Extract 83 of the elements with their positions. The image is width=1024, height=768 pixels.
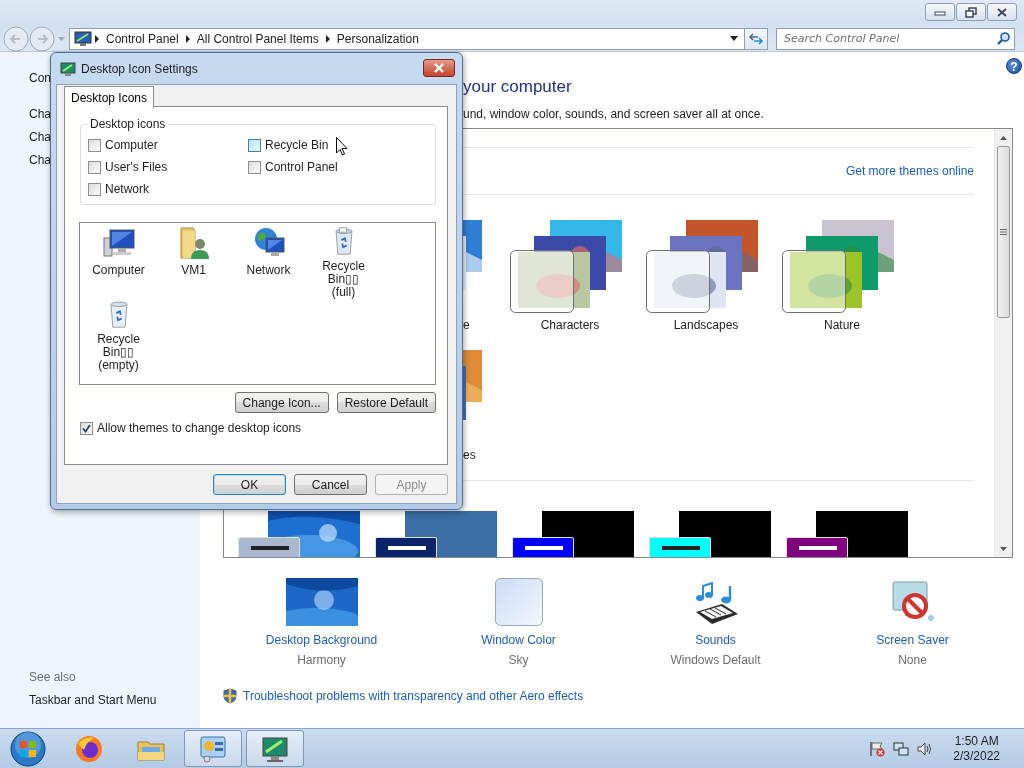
close-icon: [996, 6, 1008, 18]
speaker-icon[interactable]: [917, 740, 934, 757]
scroll-up-icon[interactable]: [1000, 135, 1007, 140]
restore-button[interactable]: [956, 3, 986, 21]
section-label: See also: [29, 669, 77, 685]
taskbar-button[interactable]: [246, 730, 304, 767]
setting-value: Harmony: [297, 652, 346, 668]
refresh-button[interactable]: [745, 27, 768, 50]
scroll-down-icon[interactable]: [1000, 546, 1007, 551]
page-heading: your computer: [463, 76, 573, 98]
search-icon[interactable]: [997, 32, 1010, 45]
clock-time[interactable]: 1:50 AM: [954, 733, 999, 749]
scrollbar[interactable]: [994, 129, 1012, 557]
button[interactable]: Change Icon...: [234, 392, 329, 413]
dropdown-caret-icon[interactable]: [730, 36, 738, 41]
button[interactable]: Cancel: [294, 474, 367, 495]
minimize-button[interactable]: [925, 3, 955, 21]
checkbox-label[interactable]: Network: [105, 182, 149, 196]
button[interactable]: OK: [213, 474, 286, 495]
theme-item[interactable]: Characters: [510, 216, 630, 333]
checkbox[interactable]: [248, 160, 261, 174]
breadcrumb[interactable]: All Control Panel Items: [192, 31, 323, 46]
checkbox[interactable]: [88, 138, 101, 152]
flag-icon[interactable]: [869, 740, 886, 757]
icon-item[interactable]: Recycle Bin▯▯ (full): [306, 226, 381, 299]
breadcrumb[interactable]: Control Panel: [102, 31, 183, 46]
sidebar-link[interactable]: Taskbar and Start Menu: [29, 692, 200, 708]
orb-icon: [9, 730, 46, 767]
setting-value: None: [898, 652, 927, 668]
close-button[interactable]: [987, 3, 1017, 21]
checkbox-label[interactable]: User's Files: [105, 160, 168, 174]
network-icon[interactable]: [893, 740, 910, 757]
computer-icon: [101, 226, 136, 260]
icon-item[interactable]: VM1: [156, 226, 231, 299]
checkbox-label[interactable]: Control Panel: [265, 160, 338, 174]
setting-value: Windows Default: [670, 652, 761, 668]
link[interactable]: Desktop Background: [265, 632, 378, 648]
link[interactable]: Window Color: [481, 632, 556, 648]
control-panel-icon: [198, 733, 228, 764]
checkbox[interactable]: [80, 421, 93, 435]
checkbox[interactable]: [248, 138, 261, 152]
chevron-icon[interactable]: [183, 34, 192, 43]
theme-item[interactable]: Landscapes: [646, 216, 766, 333]
group-title: Desktop icons: [89, 117, 167, 131]
color-swatch[interactable]: [494, 578, 543, 626]
icon-item[interactable]: Recycle Bin▯▯ (empty): [81, 299, 156, 372]
icon-item[interactable]: Network: [231, 226, 306, 299]
tab[interactable]: Desktop Icons: [64, 86, 155, 108]
link[interactable]: Troubleshoot problems with transparency and other Aero effects: [243, 688, 584, 704]
checkbox-label[interactable]: Allow themes to change desktop icons: [97, 421, 302, 435]
checkbox[interactable]: [88, 182, 101, 196]
chevron-icon[interactable]: [93, 34, 101, 43]
button[interactable]: Restore Default: [336, 392, 436, 413]
cursor-icon: [336, 137, 348, 156]
monitor-icon: [74, 30, 92, 47]
window-title: Desktop Icon Settings: [81, 61, 198, 76]
close-button[interactable]: [423, 59, 455, 77]
monitor-icon: [60, 60, 76, 77]
restore-icon: [965, 6, 977, 18]
shield-icon: [223, 688, 237, 704]
icon-item[interactable]: Computer: [81, 226, 156, 299]
checkmark-icon: [82, 423, 91, 433]
close-icon: [433, 63, 445, 73]
caret-icon: [57, 36, 65, 41]
address-bar[interactable]: Control Panel All Control Panel Items Personalization: [69, 27, 745, 50]
grip-icon: [1000, 229, 1007, 235]
link[interactable]: Screen Saver: [876, 632, 949, 648]
checkbox-label[interactable]: Recycle Bin: [265, 138, 329, 152]
chevron-icon[interactable]: [323, 34, 332, 43]
checkbox-label[interactable]: Computer: [105, 138, 158, 152]
link[interactable]: Sounds: [695, 632, 736, 648]
help-button[interactable]: ?: [1006, 58, 1022, 74]
description-text: und, window color, sounds, and screen saver all at once.: [463, 106, 765, 122]
breadcrumb[interactable]: Personalization: [332, 31, 423, 46]
theme-item[interactable]: Nature: [782, 216, 902, 333]
clock-date[interactable]: 2/3/2022: [953, 748, 1000, 764]
flame-circle-icon: [74, 733, 104, 764]
checkbox[interactable]: [88, 160, 101, 174]
refresh-icon: [749, 32, 763, 45]
link[interactable]: Get more themes online: [845, 164, 974, 178]
setting-value: Sky: [508, 652, 529, 668]
search-box[interactable]: Search Control Panel: [776, 27, 1015, 50]
taskbar-button[interactable]: [184, 730, 242, 767]
